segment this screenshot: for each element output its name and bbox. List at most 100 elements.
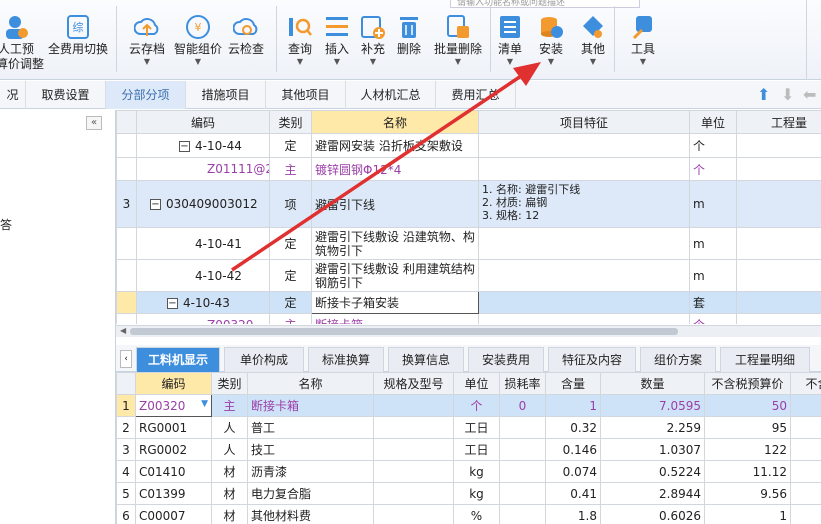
col-header-name[interactable]: 名称 — [247, 372, 374, 395]
tab-install-fee[interactable]: 安装费用 — [468, 347, 544, 372]
table-row[interactable]: 4-10-42 定 避雷引下线敷设 利用建筑结构钢筋引下 m 1 — [116, 259, 821, 292]
tab-features[interactable]: 特征及内容 — [548, 347, 636, 372]
other-label: 其他 — [580, 42, 605, 56]
table-row[interactable]: Z01111@2 主 镀锌圆钢Φ12*4 个 — [116, 157, 821, 181]
row-number-header — [116, 110, 137, 134]
chevron-down-icon: ▼ — [506, 57, 514, 66]
tab-unit-price[interactable]: 单价构成 — [224, 347, 304, 372]
function-search-input[interactable]: 请输入功能名称或问题描述 — [450, 0, 640, 8]
install-button[interactable]: 安装 ▼ — [534, 10, 568, 76]
cloud-upload-icon — [133, 14, 160, 40]
tab-overview[interactable]: 况 — [0, 81, 26, 109]
tab-measures[interactable]: 措施项目 — [186, 81, 266, 109]
batch-delete-button[interactable]: 批量删除 ▼ — [430, 10, 486, 76]
bill-items-grid: 编码 类别 名称 项目特征 单位 工程量 −4-10-44 定 避雷网安装 沿折… — [116, 110, 821, 324]
col-header-code[interactable]: 编码 — [135, 372, 212, 395]
tab-fee-summary[interactable]: 费用汇总 — [436, 81, 516, 109]
tab-sub-items[interactable]: 分部分项 — [106, 81, 186, 109]
collapse-toggle-icon[interactable]: − — [179, 140, 190, 152]
dropdown-arrow-icon[interactable]: ▼ — [201, 399, 208, 409]
col-header-type[interactable]: 类别 — [269, 110, 312, 134]
insert-button[interactable]: 插入 ▼ — [320, 10, 354, 76]
cloud-check-button[interactable]: 云检查 — [226, 10, 266, 76]
chevron-down-icon: ▼ — [589, 57, 597, 66]
col-header-price-extra[interactable]: 不含税 — [790, 372, 821, 395]
chevron-down-icon: ▼ — [194, 57, 202, 66]
col-header-unit[interactable]: 单位 — [453, 372, 500, 395]
tab-fee-settings[interactable]: 取费设置 — [26, 81, 106, 109]
cloud-archive-button[interactable]: 云存档 ▼ — [124, 10, 170, 76]
svg-text:综: 综 — [73, 20, 84, 34]
table-row[interactable]: 3 RG0002 人 技工 工日 0.146 1.0307 122 — [116, 438, 821, 461]
tab-standard-conversion[interactable]: 标准换算 — [308, 347, 384, 372]
table-row[interactable]: 4-10-41 定 避雷引下线敷设 沿建筑物、构筑物引下 m 1 — [116, 227, 821, 260]
person-adjust-icon — [3, 14, 29, 40]
tab-other-items[interactable]: 其他项目 — [266, 81, 346, 109]
table-row[interactable]: Z00320 主 断接卡箱 个 — [116, 313, 821, 324]
tab-quantity-detail[interactable]: 工程量明细 — [720, 347, 810, 372]
delete-button[interactable]: 删除 — [392, 10, 426, 76]
other-icon — [580, 14, 606, 40]
supplement-button[interactable]: 补充 ▼ — [356, 10, 390, 76]
full-fee-switch-button[interactable]: 综 全费用切换 — [45, 10, 111, 76]
full-fee-switch-label: 全费用切换 — [47, 42, 108, 56]
main-tab-bar: 况 取费设置 分部分项 措施项目 其他项目 人材机汇总 费用汇总 ⬆ ⬇ ⬅ — [0, 81, 821, 109]
tab-scroll-left-icon[interactable]: ‹ — [120, 350, 132, 368]
name-cell-editing[interactable]: 断接卡子箱安装 — [311, 291, 479, 314]
move-up-icon[interactable]: ⬆ — [757, 85, 770, 104]
collapse-toggle-icon[interactable]: − — [167, 297, 178, 309]
list-icon — [497, 14, 523, 40]
tools-button[interactable]: 工具 ▼ — [626, 10, 660, 76]
scrollbar-thumb[interactable] — [130, 328, 678, 335]
col-header-loss-rate[interactable]: 损耗率 — [499, 372, 546, 395]
tools-label: 工具 — [630, 42, 655, 56]
tab-material-summary[interactable]: 人材机汇总 — [346, 81, 436, 109]
query-button[interactable]: 查询 ▼ — [282, 10, 318, 76]
table-row-selected[interactable]: −4-10-43 定 断接卡子箱安装 套 — [116, 291, 821, 314]
tree-node-text[interactable]: 答 — [0, 216, 12, 233]
col-header-price[interactable]: 不含税预算价 — [704, 372, 791, 395]
cloud-check-label: 云检查 — [227, 42, 264, 56]
table-row[interactable]: 5 C01399 材 电力复合脂 kg 0.41 2.8944 9.56 — [116, 482, 821, 505]
tab-conversion-info[interactable]: 换算信息 — [388, 347, 464, 372]
tab-pricing-plan[interactable]: 组价方案 — [640, 347, 716, 372]
col-header-name[interactable]: 名称 — [311, 110, 479, 134]
fee-switch-icon: 综 — [65, 14, 91, 40]
detail-tab-bar: ‹ 工料机显示 单价构成 标准换算 换算信息 安装费用 特征及内容 组价方案 工… — [116, 345, 821, 372]
tab-labor-material[interactable]: 工料机显示 — [136, 347, 220, 372]
move-down-icon[interactable]: ⬇ — [781, 85, 794, 104]
table-row-selected[interactable]: 1 Z00320 ▼ 主 断接卡箱 个 0 1 7.0595 50 — [116, 394, 821, 417]
scroll-left-icon[interactable]: ◀ — [120, 326, 126, 335]
collapse-toggle-icon[interactable]: − — [150, 199, 161, 210]
chevron-down-icon: ▼ — [143, 57, 151, 66]
table-row[interactable]: 4 C01410 材 沥青漆 kg 0.074 0.5224 11.12 — [116, 460, 821, 483]
other-button[interactable]: 其他 ▼ — [576, 10, 610, 76]
left-tree-panel: « 答 — [0, 110, 116, 524]
col-header-amount[interactable]: 数量 — [600, 372, 705, 395]
col-header-feature[interactable]: 项目特征 — [478, 110, 690, 134]
move-left-icon[interactable]: ⬅ — [803, 85, 816, 104]
horizontal-scrollbar[interactable]: ◀ — [116, 325, 821, 337]
table-row[interactable]: 2 RG0001 人 普工 工日 0.32 2.259 95 — [116, 416, 821, 439]
row-number-header — [116, 372, 136, 395]
insert-icon — [324, 14, 350, 40]
smart-pricing-button[interactable]: ¥ 智能组价 ▼ — [170, 10, 226, 76]
col-header-code[interactable]: 编码 — [136, 110, 270, 134]
labor-adjust-button[interactable]: 人工预 算价调整 — [0, 10, 44, 76]
table-row[interactable]: 6 C00007 材 其他材料费 % 1.8 0.6026 1 — [116, 504, 821, 524]
query-icon — [287, 14, 313, 40]
install-label: 安装 — [538, 42, 563, 56]
cloud-check-icon — [232, 14, 259, 40]
collapse-panel-button[interactable]: « — [86, 116, 102, 130]
list-label: 清单 — [497, 42, 522, 56]
table-row[interactable]: −4-10-44 定 避雷网安装 沿折板支架敷设 个 — [116, 133, 821, 158]
col-header-quantity[interactable]: 工程量 — [736, 110, 821, 134]
col-header-content[interactable]: 含量 — [545, 372, 601, 395]
col-header-unit[interactable]: 单位 — [689, 110, 737, 134]
list-button[interactable]: 清单 ▼ — [494, 10, 526, 76]
col-header-type[interactable]: 类别 — [211, 372, 248, 395]
install-icon — [538, 14, 564, 40]
col-header-spec[interactable]: 规格及型号 — [373, 372, 454, 395]
table-row[interactable]: 3 −030409003012 项 避雷引下线 1. 名称: 避雷引下线 2. 材… — [116, 180, 821, 228]
labor-material-grid: 编码 类别 名称 规格及型号 单位 损耗率 含量 数量 不含税预算价 不含税 1… — [116, 372, 821, 524]
